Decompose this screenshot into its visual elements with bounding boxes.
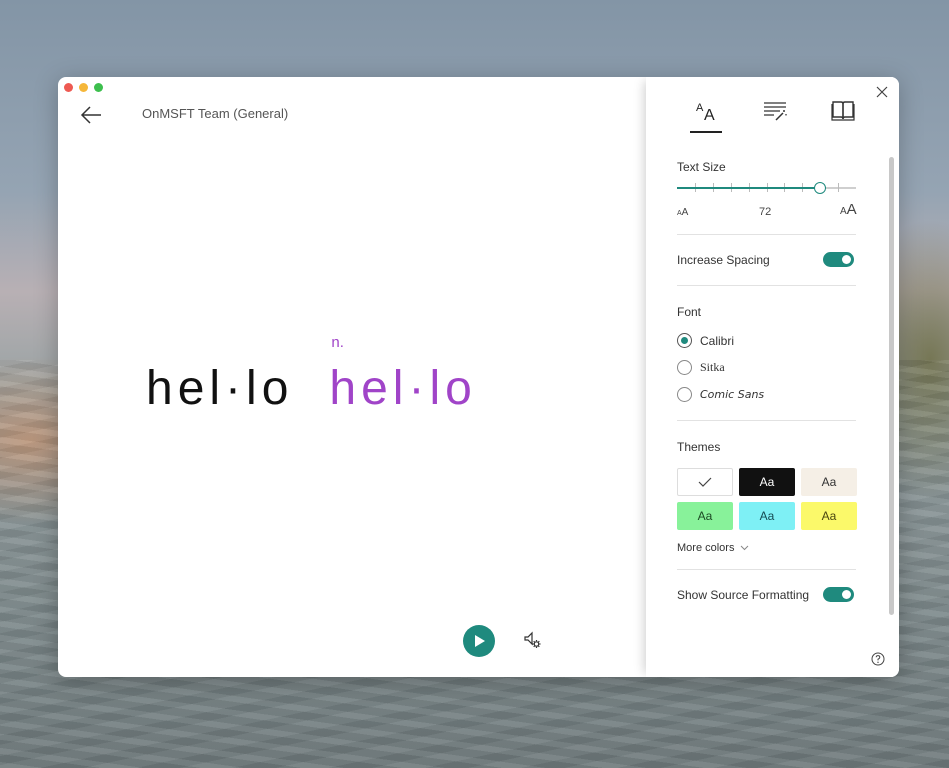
theme-swatches: Aa Aa Aa Aa Aa [677,468,858,530]
theme-swatch-green[interactable]: Aa [677,502,733,530]
grammar-wand-icon [764,102,787,121]
divider [677,569,856,570]
tab-reading-preferences[interactable] [826,99,860,133]
divider [677,234,856,235]
word-part-of-speech-highlighted[interactable]: n. hel·lo [329,335,477,415]
font-label: Font [677,305,702,319]
close-panel-button[interactable] [875,85,889,99]
arrow-left-icon [80,106,101,124]
font-option-label: Comic Sans [700,388,765,401]
scrollbar-thumb[interactable] [889,157,894,615]
chevron-down-icon [741,545,749,551]
settings-panel: A A Text Size AA 72 AA Increase Spacing … [646,77,899,677]
svg-text:A: A [696,102,704,114]
highlighted-word-text: hel·lo [329,362,477,415]
increase-spacing-label: Increase Spacing [677,253,770,267]
theme-swatch-white[interactable] [677,468,733,496]
divider [677,420,856,421]
back-button[interactable] [78,103,104,127]
theme-swatch-yellow[interactable]: Aa [801,502,857,530]
font-option-label: Sitka [700,360,725,374]
document-title: OnMSFT Team (General) [142,106,289,121]
text-size-max-label: AA [840,201,857,218]
more-colors-button[interactable]: More colors [677,542,749,554]
divider [677,285,856,286]
text-size-slider[interactable] [677,181,856,195]
show-source-formatting-toggle[interactable] [823,587,854,602]
word-syllabified[interactable]: hel·lo [146,365,293,413]
theme-swatch-cream[interactable]: Aa [801,468,857,496]
slider-fill [677,187,820,189]
tab-grammar-options[interactable] [759,99,793,133]
close-icon [876,86,888,98]
speaker-gear-icon [524,631,541,648]
play-button[interactable] [463,625,495,657]
font-option-label: Calibri [700,333,735,348]
radio-button[interactable] [677,333,692,348]
voice-settings-button[interactable] [522,629,544,651]
more-colors-label: More colors [677,542,735,554]
themes-label: Themes [677,440,721,454]
panel-tabs: A A [646,99,899,133]
text-size-label: Text Size [677,160,726,174]
text-size-icon: A A [696,102,715,123]
show-source-formatting-label: Show Source Formatting [677,588,810,602]
svg-text:A: A [704,107,715,123]
font-option-comic-sans[interactable]: Comic Sans [677,387,764,402]
slider-handle[interactable] [814,182,826,194]
theme-swatch-black[interactable]: Aa [739,468,795,496]
part-of-speech-label: n. [331,334,344,351]
checkmark-icon [698,477,712,487]
text-size-value: 72 [759,206,772,218]
tab-text-preferences[interactable]: A A [690,99,724,133]
help-icon [871,652,885,666]
text-size-min-label: AA [677,207,689,218]
theme-swatch-cyan[interactable]: Aa [739,502,795,530]
immersive-reader-window: OnMSFT Team (General) hel·lo n. hel·lo A… [58,77,899,677]
reader-area: OnMSFT Team (General) hel·lo n. hel·lo [58,77,648,677]
reading-content: hel·lo n. hel·lo [146,335,477,415]
help-button[interactable] [871,652,885,666]
play-icon [475,635,485,647]
radio-button[interactable] [677,387,692,402]
radio-button[interactable] [677,360,692,375]
book-icon [831,101,855,121]
font-option-sitka[interactable]: Sitka [677,360,725,375]
slider-tick [838,183,839,192]
panel-scrollbar[interactable] [889,157,895,615]
font-option-calibri[interactable]: Calibri [677,333,734,348]
increase-spacing-toggle[interactable] [823,252,854,267]
